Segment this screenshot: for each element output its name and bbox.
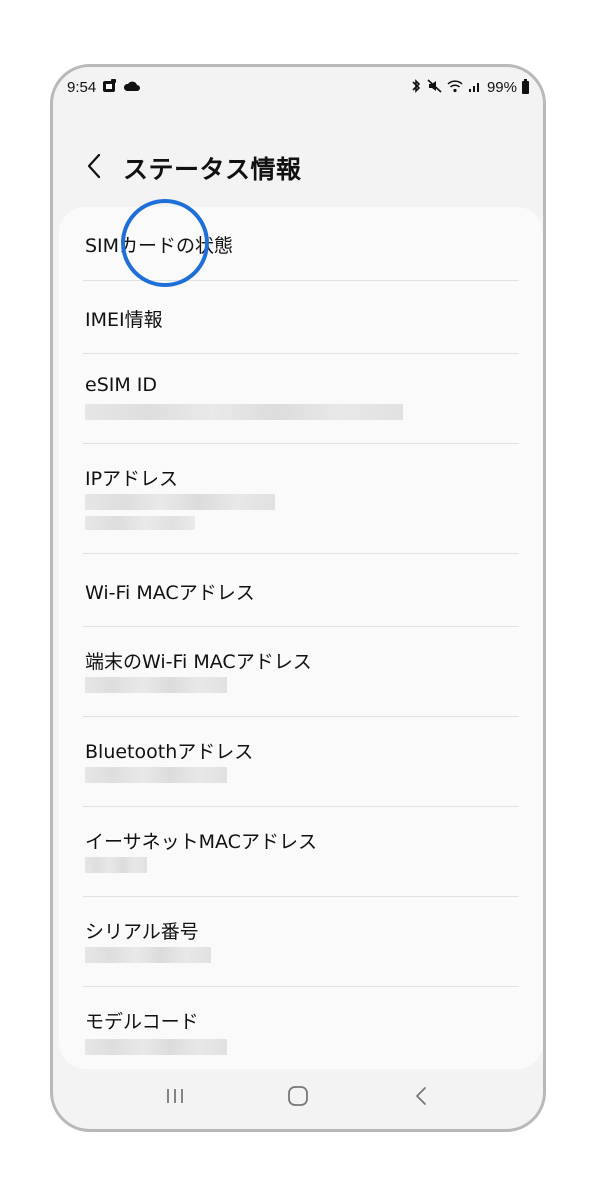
redacted-value bbox=[85, 767, 227, 783]
item-label: 端末のWi-Fi MACアドレス bbox=[85, 651, 312, 673]
signal-icon bbox=[468, 79, 482, 96]
list-item-device-wifi-mac[interactable]: 端末のWi-Fi MACアドレス bbox=[83, 627, 519, 717]
phone-frame: 9:54 99% ステータス情報 SIMカードの状態 IMEI情報 eSIM I… bbox=[50, 64, 546, 1132]
status-time: 9:54 bbox=[67, 79, 97, 96]
home-button[interactable] bbox=[268, 1076, 328, 1120]
redacted-value bbox=[85, 677, 227, 693]
list-item-model-code[interactable]: モデルコード bbox=[83, 987, 519, 1077]
redacted-value bbox=[85, 494, 275, 510]
settings-list: SIMカードの状態 IMEI情報 eSIM ID IPアドレス Wi-Fi MA… bbox=[83, 207, 519, 1077]
app-header: ステータス情報 bbox=[53, 143, 543, 193]
list-item-wifi-mac[interactable]: Wi-Fi MACアドレス bbox=[83, 554, 519, 627]
recent-apps-icon bbox=[164, 1086, 186, 1110]
list-item-esim-id[interactable]: eSIM ID bbox=[83, 354, 519, 444]
item-label: eSIM ID bbox=[85, 374, 158, 396]
notification-app-icon bbox=[102, 79, 117, 96]
item-label: イーサネットMACアドレス bbox=[85, 831, 317, 853]
list-item-bluetooth-address[interactable]: Bluetoothアドレス bbox=[83, 717, 519, 807]
redacted-value bbox=[85, 947, 211, 963]
settings-card: SIMカードの状態 IMEI情報 eSIM ID IPアドレス Wi-Fi MA… bbox=[59, 207, 543, 1069]
status-bar-left: 9:54 bbox=[67, 79, 141, 96]
home-icon bbox=[286, 1085, 310, 1111]
recent-apps-button[interactable] bbox=[145, 1076, 205, 1120]
item-label: IMEI情報 bbox=[85, 309, 163, 331]
chevron-left-icon bbox=[86, 153, 102, 183]
item-label: IPアドレス bbox=[85, 468, 179, 490]
list-item-sim-status[interactable]: SIMカードの状態 bbox=[83, 207, 519, 281]
item-label: SIMカードの状態 bbox=[85, 235, 234, 257]
item-label: モデルコード bbox=[85, 1011, 199, 1033]
item-label: シリアル番号 bbox=[85, 921, 199, 943]
list-item-imei[interactable]: IMEI情報 bbox=[83, 281, 519, 354]
battery-icon bbox=[522, 79, 529, 94]
redacted-value bbox=[85, 516, 195, 530]
item-label: Wi-Fi MACアドレス bbox=[85, 582, 255, 604]
wifi-icon bbox=[447, 79, 463, 96]
list-item-ethernet-mac[interactable]: イーサネットMACアドレス bbox=[83, 807, 519, 897]
redacted-value bbox=[85, 404, 403, 420]
page-title: ステータス情報 bbox=[123, 155, 302, 184]
battery-percent: 99% bbox=[486, 79, 517, 96]
redacted-value bbox=[85, 857, 147, 873]
back-button[interactable] bbox=[79, 148, 109, 188]
navigation-bar bbox=[53, 1067, 543, 1129]
back-icon bbox=[413, 1085, 429, 1111]
bluetooth-icon bbox=[410, 79, 422, 96]
list-item-ip-address[interactable]: IPアドレス bbox=[83, 444, 519, 554]
back-nav-button[interactable] bbox=[391, 1076, 451, 1120]
redacted-value bbox=[85, 1039, 227, 1055]
status-bar: 9:54 99% bbox=[53, 67, 543, 111]
cloud-icon bbox=[123, 80, 141, 95]
item-label: Bluetoothアドレス bbox=[85, 741, 254, 763]
mute-icon bbox=[427, 79, 442, 96]
list-item-serial-number[interactable]: シリアル番号 bbox=[83, 897, 519, 987]
status-bar-right: 99% bbox=[410, 79, 529, 96]
